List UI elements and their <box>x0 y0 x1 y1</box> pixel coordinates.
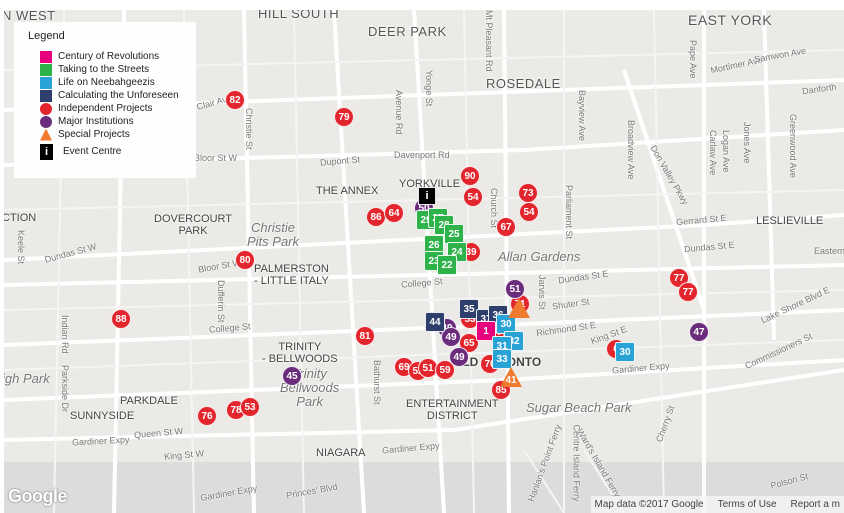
road-logan-ave: Logan Ave <box>721 130 731 173</box>
legend-swatch <box>40 89 52 102</box>
map-marker-independent[interactable]: 82 <box>225 90 245 110</box>
legend-items: Century of Revolutions Taking to the Stre… <box>22 50 188 160</box>
road-bayview-ave: Bayview Ave <box>577 90 587 141</box>
legend-label: Major Institutions <box>58 116 134 127</box>
legend-label: Special Projects <box>58 129 130 140</box>
map-data-text: Map data ©2017 Google <box>594 499 704 510</box>
road-avenue-rd: Avenue Rd <box>394 90 404 135</box>
label-hill-south: HILL SOUTH <box>258 10 340 21</box>
label-the-annex: THE ANNEX <box>316 185 379 197</box>
legend-item: Taking to the Streets <box>40 63 188 76</box>
map-marker-independent[interactable]: 88 <box>111 309 131 329</box>
map-marker-independent[interactable]: 76 <box>197 406 217 426</box>
map-marker-major[interactable]: 49 <box>449 347 469 367</box>
map-marker-independent[interactable]: 86 <box>366 207 386 227</box>
legend-label: Life on Neebahgeezis <box>58 77 155 88</box>
legend-title: Legend <box>28 30 65 42</box>
legend: Legend Century of Revolutions Taking to t… <box>14 22 196 178</box>
map-marker-independent[interactable]: 79 <box>334 107 354 127</box>
map-marker-independent[interactable]: 67 <box>496 217 516 237</box>
map-marker-independent[interactable]: 80 <box>235 250 255 270</box>
map-marker-independent[interactable]: 77 <box>678 282 698 302</box>
report-link[interactable]: Report a m <box>791 499 840 510</box>
road-davenport-rd: Davenport Rd <box>394 150 450 160</box>
map-marker-independent[interactable]: 54 <box>519 202 539 222</box>
map-marker-unforeseen[interactable]: 44 <box>425 312 445 332</box>
road-dufferin-st: Dufferin St <box>216 280 226 323</box>
map-marker-major[interactable]: 47 <box>689 322 709 342</box>
legend-label: Taking to the Streets <box>58 64 150 75</box>
label-rosedale: ROSEDALE <box>486 76 561 91</box>
map-marker-independent[interactable]: 64 <box>384 203 404 223</box>
label-trinity-bellwoods: TRINITY - BELLWOODS <box>262 341 338 365</box>
legend-swatch <box>40 63 52 76</box>
map-marker-independent[interactable]: 90 <box>460 166 480 186</box>
label-deer-park: DEER PARK <box>368 24 447 39</box>
label-sunnyside: SUNNYSIDE <box>70 410 135 422</box>
road-eastern: Eastern <box>814 246 844 256</box>
map-marker-independent[interactable]: 53 <box>240 397 260 417</box>
legend-item: Major Institutions <box>40 115 188 128</box>
legend-label: Independent Projects <box>58 103 153 114</box>
road-pape-ave: Pape Ave <box>688 40 698 79</box>
map-marker-independent[interactable]: 81 <box>355 326 375 346</box>
legend-item: Century of Revolutions <box>40 50 188 63</box>
label-palmerston: PALMERSTON - LITTLE ITALY <box>254 263 329 287</box>
legend-item: Special Projects <box>40 128 188 141</box>
terms-of-use-link[interactable]: Terms of Use <box>718 499 777 510</box>
label-sugar-beach-park: Sugar Beach Park <box>526 400 632 415</box>
road-centre-island-ferry: Centre Island Ferry <box>571 424 582 502</box>
road-parkside-dr: Parkside Dr <box>60 365 70 413</box>
map-marker-streets[interactable]: 25 <box>444 224 464 244</box>
legend-swatch <box>40 115 52 128</box>
legend-swatch <box>40 128 52 141</box>
map-marker-independent[interactable]: 73 <box>518 183 538 203</box>
label-ction: CTION <box>4 212 37 224</box>
road-greenwood-ave: Greenwood Ave <box>788 114 798 178</box>
legend-item: Calculating the Unforeseen <box>40 89 188 102</box>
google-logo: Google <box>8 486 68 506</box>
label-dovercourt-park: DOVERCOURT PARK <box>154 213 233 237</box>
road-christie-st: Christie St <box>244 108 254 150</box>
label-niagara: NIAGARA <box>316 447 366 459</box>
label-high-park: igh Park <box>4 371 50 386</box>
map-attribution: Map data ©2017 Google Terms of Use Repor… <box>590 496 844 513</box>
label-leslieville: LESLIEVILLE <box>756 215 824 227</box>
road-mt-pleasant: Mt Pleasant Rd <box>484 10 494 72</box>
map-marker-neebahgeezis[interactable]: 30 <box>615 342 635 362</box>
label-christie-pits-park: Christie Pits Park <box>247 220 300 249</box>
map-marker-major[interactable]: 51 <box>505 279 525 299</box>
road-keele-st: Keele St <box>16 230 26 265</box>
road-yonge-st: Yonge St <box>424 70 434 107</box>
road-jones-ave: Jones Ave <box>742 122 752 164</box>
label-parkdale: PARKDALE <box>120 395 178 407</box>
road-broadview-ave: Broadview Ave <box>626 120 636 180</box>
legend-swatch: i <box>40 143 53 160</box>
legend-swatch <box>40 50 52 63</box>
label-allan-gardens: Allan Gardens <box>498 249 581 264</box>
road-carlaw-ave: Carlaw Ave <box>708 130 718 176</box>
label-east-york: EAST YORK <box>688 12 773 28</box>
road-jarvis-st: Jarvis St <box>537 275 547 310</box>
legend-label: Century of Revolutions <box>58 51 160 62</box>
road-bloor-st-w-2: Bloor St W <box>194 153 238 163</box>
road-bathurst-st: Bathurst St <box>372 360 382 405</box>
legend-label: Calculating the Unforeseen <box>58 90 179 101</box>
map-marker-neebahgeezis[interactable]: 33 <box>492 349 512 369</box>
map-marker-independent[interactable]: 54 <box>463 187 483 207</box>
map-marker-event[interactable]: i <box>418 187 436 205</box>
legend-item: Independent Projects <box>40 102 188 115</box>
legend-item: i Event Centre <box>40 143 188 160</box>
label-entertainment-district: ENTERTAINMENT DISTRICT <box>406 398 499 422</box>
legend-swatch <box>40 76 52 89</box>
map-marker-major[interactable]: 45 <box>282 366 302 386</box>
road-indian-rd: Indian Rd <box>60 315 70 354</box>
map-marker-streets[interactable]: 22 <box>437 255 457 275</box>
legend-swatch <box>40 102 52 115</box>
road-parliament-st: Parliament St <box>564 185 574 240</box>
legend-item: Life on Neebahgeezis <box>40 76 188 89</box>
legend-label: Event Centre <box>63 146 122 157</box>
